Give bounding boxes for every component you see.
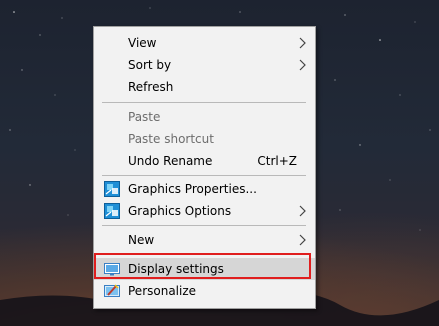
- menu-separator: [102, 102, 306, 103]
- menu-item-graphics-properties[interactable]: Graphics Properties...: [94, 178, 315, 200]
- chevron-right-icon: [299, 59, 306, 71]
- chevron-right-icon: [299, 205, 306, 217]
- menu-separator: [102, 254, 306, 255]
- menu-item-label: Paste shortcut: [128, 132, 214, 146]
- menu-item-personalize[interactable]: Personalize: [94, 280, 315, 302]
- intel-graphics-icon: [104, 203, 120, 219]
- menu-item-shortcut: Ctrl+Z: [257, 154, 297, 168]
- menu-item-graphics-options[interactable]: Graphics Options: [94, 200, 315, 222]
- display-icon: [104, 263, 120, 276]
- menu-item-new[interactable]: New: [94, 229, 315, 251]
- menu-item-label: Undo Rename: [128, 154, 213, 168]
- menu-separator: [102, 175, 306, 176]
- menu-item-paste[interactable]: Paste: [94, 106, 315, 128]
- personalize-icon: [104, 284, 120, 297]
- intel-graphics-icon: [104, 181, 120, 197]
- menu-item-label: Personalize: [128, 284, 197, 298]
- menu-item-sort-by[interactable]: Sort by: [94, 54, 315, 76]
- menu-item-label: Refresh: [128, 80, 174, 94]
- menu-item-label: New: [128, 233, 155, 247]
- menu-item-label: View: [128, 36, 157, 50]
- chevron-right-icon: [299, 37, 306, 49]
- menu-separator: [102, 225, 306, 226]
- menu-item-display-settings[interactable]: Display settings: [94, 258, 315, 280]
- menu-item-label: Graphics Properties...: [128, 182, 257, 196]
- menu-item-label: Graphics Options: [128, 204, 232, 218]
- menu-item-label: Sort by: [128, 58, 172, 72]
- menu-item-undo-rename[interactable]: Undo Rename Ctrl+Z: [94, 150, 315, 172]
- menu-item-paste-shortcut[interactable]: Paste shortcut: [94, 128, 315, 150]
- menu-item-label: Display settings: [128, 262, 224, 276]
- menu-item-label: Paste: [128, 110, 161, 124]
- menu-item-refresh[interactable]: Refresh: [94, 76, 315, 98]
- menu-item-view[interactable]: View: [94, 32, 315, 54]
- chevron-right-icon: [299, 234, 306, 246]
- desktop-context-menu: View Sort by Refresh Paste Paste shortcu…: [93, 26, 316, 309]
